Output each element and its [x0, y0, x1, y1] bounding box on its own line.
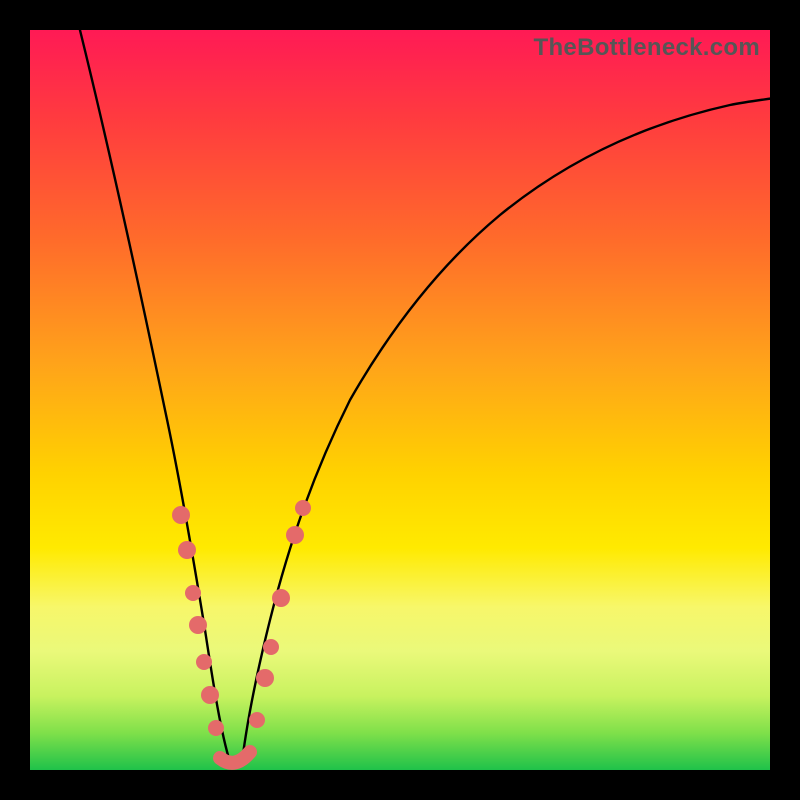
marker-dot: [295, 500, 311, 516]
marker-dot: [272, 589, 290, 607]
marker-dot: [208, 720, 224, 736]
marker-dot: [256, 669, 274, 687]
marker-dot: [249, 712, 265, 728]
marker-dot: [201, 686, 219, 704]
bottleneck-curve: [75, 10, 775, 762]
marker-dot: [185, 585, 201, 601]
marker-dot: [178, 541, 196, 559]
marker-dot: [263, 639, 279, 655]
marker-dot: [189, 616, 207, 634]
plot-area: TheBottleneck.com: [30, 30, 770, 770]
curve-layer: [30, 30, 770, 770]
marker-dot: [286, 526, 304, 544]
marker-dot: [196, 654, 212, 670]
valley-highlight: [220, 752, 250, 763]
chart-frame: TheBottleneck.com: [0, 0, 800, 800]
marker-dot: [172, 506, 190, 524]
